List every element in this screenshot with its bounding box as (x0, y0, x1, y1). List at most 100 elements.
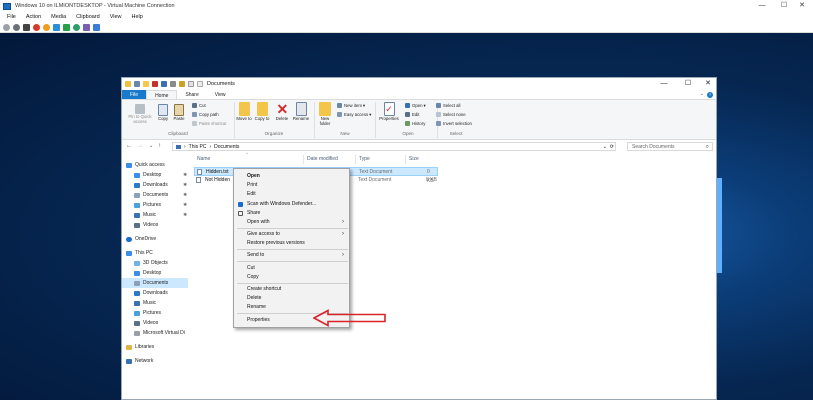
nav-pictures-pc[interactable]: Pictures (122, 308, 188, 318)
column-type[interactable]: Type (359, 155, 370, 164)
paste-shortcut-button[interactable]: Paste shortcut (192, 120, 226, 127)
menu-item-edit[interactable]: Edit (234, 190, 349, 199)
menu-media[interactable]: Media (51, 14, 66, 20)
move-to-button[interactable]: Move to (235, 102, 253, 122)
new-folder-button[interactable]: New folder (315, 102, 335, 127)
column-separator[interactable] (355, 155, 356, 164)
menu-item-open[interactable]: Open (234, 172, 349, 181)
pin-quick-access-button[interactable]: Pin to Quick access (124, 104, 156, 125)
up-icon[interactable]: ↑ (158, 141, 161, 152)
search-input[interactable]: Search Documents ⌕ (627, 142, 713, 151)
nav-pictures[interactable]: Pictures ✱ (122, 200, 188, 210)
menu-item-share[interactable]: Share (234, 209, 349, 218)
column-separator[interactable] (405, 155, 406, 164)
copy-to-button[interactable]: Copy to (253, 102, 271, 122)
nav-onedrive[interactable]: OneDrive (122, 234, 188, 244)
breadcrumb-documents[interactable]: Documents (214, 144, 239, 150)
cut-button[interactable]: Cut (192, 102, 206, 109)
refresh-icon[interactable]: ⟳ (610, 144, 614, 150)
invert-selection-button[interactable]: Invert selection (436, 120, 472, 127)
menu-item-restore-versions[interactable]: Restore previous versions (234, 239, 349, 248)
nav-3d-objects[interactable]: 3D Objects (122, 258, 188, 268)
minimize-icon[interactable]: — (751, 0, 773, 12)
menu-item-copy[interactable]: Copy (234, 273, 349, 282)
pin-icon[interactable]: ✱ (183, 190, 187, 200)
menu-view[interactable]: View (110, 14, 122, 20)
select-all-button[interactable]: Select all (436, 102, 460, 109)
menu-item-cut[interactable]: Cut (234, 264, 349, 273)
explorer-maximize-icon[interactable]: ☐ (678, 78, 698, 90)
delete-button[interactable]: ✕ Delete (273, 102, 291, 122)
back-icon[interactable]: ← (126, 141, 132, 152)
nav-this-pc[interactable]: This PC (122, 248, 188, 258)
menu-action[interactable]: Action (26, 14, 41, 20)
start-icon[interactable] (13, 23, 20, 31)
pin-icon[interactable]: ✱ (183, 180, 187, 190)
reset-icon[interactable] (63, 23, 70, 31)
new-folder-quick-icon[interactable] (143, 81, 149, 87)
enhanced-session-icon[interactable] (93, 23, 100, 31)
menu-help[interactable]: Help (132, 14, 143, 20)
nav-downloads-pc[interactable]: Downloads (122, 288, 188, 298)
properties-button[interactable]: ✓ Properties (376, 102, 402, 122)
shutdown-icon[interactable] (33, 23, 40, 31)
breadcrumb-this-pc[interactable]: This PC (189, 144, 207, 150)
copy-path-button[interactable]: Copy path (192, 111, 219, 118)
tab-home[interactable]: Home (146, 90, 178, 99)
pin-icon[interactable]: ✱ (183, 210, 187, 220)
menu-item-give-access[interactable]: Give access to › (234, 230, 349, 239)
paste-button[interactable]: Paste (171, 104, 187, 122)
pin-icon[interactable]: ✱ (183, 170, 187, 180)
nav-music-pc[interactable]: Music (122, 298, 188, 308)
column-name[interactable]: Name (197, 155, 210, 164)
help-icon[interactable]: ? (707, 92, 713, 98)
undo-quick-icon[interactable] (161, 81, 167, 87)
customize-quick-icon[interactable] (197, 81, 203, 87)
easy-access-button[interactable]: Easy access ▾ (337, 111, 371, 118)
open-button[interactable]: Open ▾ (405, 102, 426, 109)
nav-desktop-pc[interactable]: Desktop (122, 268, 188, 278)
save-state-icon[interactable] (43, 23, 50, 31)
tab-share[interactable]: Share (177, 90, 206, 99)
revert-icon[interactable] (83, 23, 90, 31)
checkpoint-icon[interactable] (73, 23, 80, 31)
nav-network[interactable]: Network (122, 356, 188, 366)
ribbon-collapse-icon[interactable]: ⌄ (700, 91, 704, 97)
nav-libraries[interactable]: Libraries (122, 342, 188, 352)
nav-virtual-disk[interactable]: Microsoft Virtual Di (122, 328, 188, 338)
column-date-modified[interactable]: Date modified (307, 155, 338, 164)
menu-item-scan-defender[interactable]: Scan with Windows Defender... (234, 200, 349, 209)
history-button[interactable]: History (405, 120, 425, 127)
checkbox-quick-icon[interactable] (188, 81, 194, 87)
nav-documents[interactable]: Documents ✱ (122, 190, 188, 200)
menu-item-delete[interactable]: Delete (234, 294, 349, 303)
address-dropdown-icon[interactable]: ⌄ (603, 144, 607, 150)
tab-file[interactable]: File (122, 90, 147, 99)
menu-file[interactable]: File (7, 14, 16, 20)
nav-videos[interactable]: Videos (122, 220, 188, 230)
pause-icon[interactable] (53, 23, 60, 31)
menu-item-print[interactable]: Print (234, 181, 349, 190)
recent-locations-icon[interactable]: ⌄ (149, 141, 153, 152)
nav-downloads[interactable]: Downloads ✱ (122, 180, 188, 190)
new-item-button[interactable]: New item ▾ (337, 102, 365, 109)
rename-quick-icon[interactable] (179, 81, 185, 87)
menu-clipboard[interactable]: Clipboard (76, 14, 100, 20)
menu-item-create-shortcut[interactable]: Create shortcut (234, 285, 349, 294)
nav-music[interactable]: Music ✱ (122, 210, 188, 220)
menu-item-open-with[interactable]: Open with › (234, 218, 349, 227)
select-none-button[interactable]: Select none (436, 111, 466, 118)
nav-documents-pc[interactable]: Documents (122, 278, 188, 288)
ctrl-alt-del-icon[interactable] (3, 23, 10, 31)
forward-icon[interactable]: → (137, 141, 143, 152)
turn-off-icon[interactable] (23, 23, 30, 31)
pin-icon[interactable]: ✱ (183, 200, 187, 210)
column-separator[interactable] (303, 155, 304, 164)
tab-view[interactable]: View (207, 90, 234, 99)
address-bar[interactable]: › This PC › Documents ⌄ ⟳ (172, 142, 616, 151)
properties-quick-icon[interactable] (134, 81, 140, 87)
menu-item-send-to[interactable]: Send to › (234, 251, 349, 260)
explorer-close-icon[interactable]: ✕ (698, 78, 718, 90)
nav-desktop[interactable]: Desktop ✱ (122, 170, 188, 180)
nav-videos-pc[interactable]: Videos (122, 318, 188, 328)
